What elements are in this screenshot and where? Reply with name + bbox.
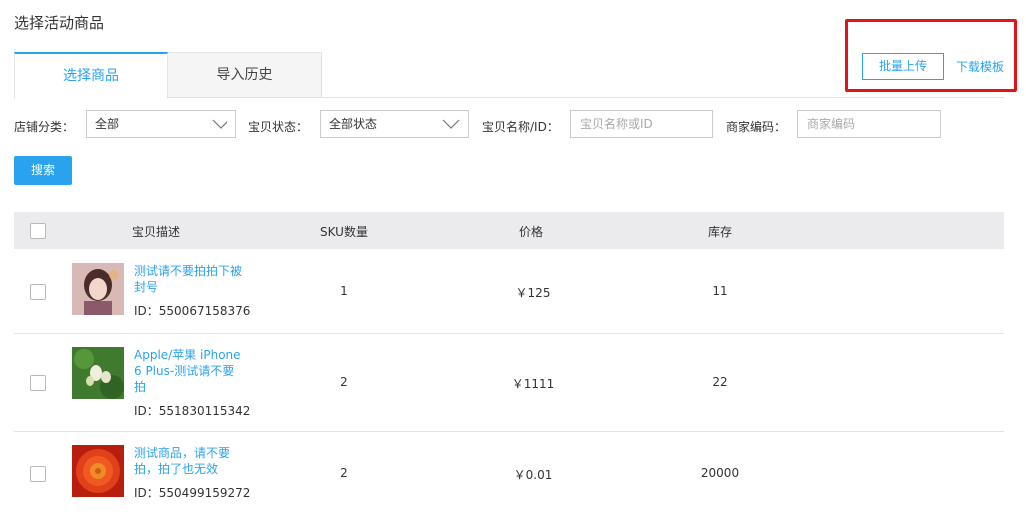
red-flower-thumbnail (72, 445, 124, 497)
flower-bud-thumbnail (72, 347, 124, 399)
header-stock: 库存 (708, 225, 733, 239)
row-checkbox[interactable] (30, 466, 46, 482)
product-title-link[interactable]: 测试商品，请不要拍，拍了也无效 (134, 445, 244, 477)
header-sku: SKU数量 (320, 225, 368, 239)
shop-category-label: 店铺分类： (14, 120, 75, 134)
price: ￥125 (515, 286, 551, 300)
select-all-checkbox[interactable] (30, 223, 46, 239)
stock: 11 (712, 284, 728, 298)
item-status-label: 宝贝状态： (248, 120, 309, 134)
stock: 22 (712, 375, 728, 389)
merchant-code-input[interactable]: 商家编码 (797, 110, 941, 138)
product-id: ID：550499159272 (134, 486, 251, 500)
merchant-code-label: 商家编码： (726, 120, 787, 134)
item-status-value: 全部状态 (329, 117, 378, 131)
price: ￥1111 (511, 377, 555, 391)
header-description: 宝贝描述 (132, 225, 181, 239)
row-checkbox[interactable] (30, 284, 46, 300)
sku-count: 2 (340, 375, 348, 389)
portrait-thumbnail (72, 263, 124, 315)
product-id: ID：551830115342 (134, 404, 251, 418)
item-name-label: 宝贝名称/ID： (482, 120, 559, 134)
chevron-down-icon (442, 119, 460, 129)
product-id: ID：550067158376 (134, 304, 251, 318)
item-name-input[interactable]: 宝贝名称或ID (570, 110, 713, 138)
table-row: Apple/苹果 iPhone 6 Plus-测试请不要拍 ID：5518301… (14, 334, 1004, 432)
batch-upload-button[interactable]: 批量上传 (862, 53, 944, 80)
row-checkbox[interactable] (30, 375, 46, 391)
chevron-down-icon (212, 119, 227, 129)
product-title-link[interactable]: Apple/苹果 iPhone 6 Plus-测试请不要拍 (134, 347, 244, 395)
download-template-link[interactable]: 下载模板 (956, 58, 1004, 75)
shop-category-value: 全部 (95, 117, 120, 131)
price: ￥0.01 (513, 468, 553, 482)
header-price: 价格 (519, 225, 544, 239)
tab-select-products[interactable]: 选择商品 (14, 52, 168, 99)
product-title-link[interactable]: 测试请不要拍拍下被封号 (134, 263, 244, 295)
sku-count: 2 (340, 466, 348, 480)
stock: 20000 (700, 466, 740, 480)
table-header: 宝贝描述 SKU数量 价格 库存 (14, 212, 1004, 249)
tab-import-history[interactable]: 导入历史 (168, 52, 322, 98)
item-status-select[interactable]: 全部状态 (320, 110, 469, 138)
shop-category-select[interactable]: 全部 (86, 110, 236, 138)
page-title: 选择活动商品 (14, 14, 105, 32)
sku-count: 1 (340, 284, 348, 298)
search-button[interactable]: 搜索 (14, 156, 72, 185)
table-row: 测试请不要拍拍下被封号 ID：550067158376 1 ￥125 11 (14, 249, 1004, 334)
table-row: 测试商品，请不要拍，拍了也无效 ID：550499159272 2 ￥0.01 … (14, 432, 1004, 514)
